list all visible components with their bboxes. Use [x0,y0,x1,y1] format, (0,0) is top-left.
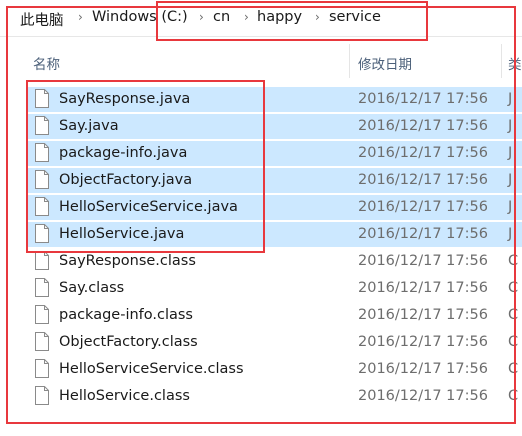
file-type: C [508,253,519,269]
file-icon [35,170,49,189]
chevron-right-icon[interactable]: › [315,10,320,24]
file-modified-date: 2016/12/17 17:56 [358,172,488,188]
file-type: J [508,172,513,188]
file-type: C [508,280,519,296]
file-name[interactable]: Say.java [59,118,119,134]
file-row[interactable]: Say.class 2016/12/17 17:56 C [0,275,522,302]
file-icon [35,386,49,405]
breadcrumb-happy[interactable]: happy [257,9,302,25]
column-header-name[interactable]: 名称 [33,53,60,73]
file-type: C [508,334,519,350]
file-type: C [508,307,519,323]
breadcrumb-service[interactable]: service [329,9,381,25]
file-modified-date: 2016/12/17 17:56 [358,307,488,323]
file-name[interactable]: Say.class [59,280,124,296]
file-name[interactable]: HelloService.java [59,226,184,242]
file-name[interactable]: SayResponse.java [59,91,190,107]
file-row[interactable]: Say.java 2016/12/17 17:56 J [0,113,522,140]
file-icon [35,278,49,297]
file-name[interactable]: package-info.class [59,307,193,323]
chevron-right-icon[interactable]: › [78,10,83,24]
file-list: SayResponse.java 2016/12/17 17:56 J Say.jav… [0,86,522,410]
column-header-modified[interactable]: 修改日期 [358,53,412,73]
column-divider[interactable] [501,44,502,78]
file-row[interactable]: package-info.java 2016/12/17 17:56 J [0,140,522,167]
file-modified-date: 2016/12/17 17:56 [358,334,488,350]
file-row[interactable]: HelloService.class 2016/12/17 17:56 C [0,383,522,410]
file-type: J [508,145,513,161]
file-modified-date: 2016/12/17 17:56 [358,388,488,404]
file-modified-date: 2016/12/17 17:56 [358,199,488,215]
chevron-right-icon[interactable]: › [244,10,249,24]
file-icon [35,251,49,270]
file-modified-date: 2016/12/17 17:56 [358,226,488,242]
file-name[interactable]: ObjectFactory.java [59,172,192,188]
explorer-window: 此电脑 › Windows (C:) › cn › happy › servic… [0,0,522,436]
file-icon [35,305,49,324]
file-type: J [508,91,513,107]
column-header-type[interactable]: 类 [508,53,522,73]
address-bar[interactable]: 此电脑 › Windows (C:) › cn › happy › servic… [0,0,522,37]
column-divider[interactable] [349,44,350,78]
file-row[interactable]: SayResponse.class 2016/12/17 17:56 C [0,248,522,275]
file-type: C [508,388,519,404]
file-type: J [508,118,513,134]
file-icon [35,224,49,243]
breadcrumb-this-pc[interactable]: 此电脑 [20,9,64,30]
file-icon [35,116,49,135]
file-icon [35,332,49,351]
file-name[interactable]: HelloServiceService.java [59,199,238,215]
file-icon [35,143,49,162]
file-icon [35,89,49,108]
file-name[interactable]: ObjectFactory.class [59,334,198,350]
file-icon [35,197,49,216]
file-row[interactable]: SayResponse.java 2016/12/17 17:56 J [0,86,522,113]
file-row[interactable]: HelloService.java 2016/12/17 17:56 J [0,221,522,248]
file-name[interactable]: SayResponse.class [59,253,196,269]
file-modified-date: 2016/12/17 17:56 [358,91,488,107]
chevron-right-icon[interactable]: › [199,10,204,24]
breadcrumb-cn[interactable]: cn [213,9,230,25]
file-type: J [508,226,513,242]
file-modified-date: 2016/12/17 17:56 [358,118,488,134]
column-header-row: 名称 修改日期 类 [0,44,522,78]
breadcrumb-drive-c[interactable]: Windows (C:) [92,9,188,25]
file-modified-date: 2016/12/17 17:56 [358,253,488,269]
file-type: J [508,199,513,215]
file-row[interactable]: HelloServiceService.java 2016/12/17 17:56… [0,194,522,221]
file-name[interactable]: HelloServiceService.class [59,361,244,377]
file-icon [35,359,49,378]
file-modified-date: 2016/12/17 17:56 [358,280,488,296]
file-modified-date: 2016/12/17 17:56 [358,361,488,377]
file-type: C [508,361,519,377]
file-row[interactable]: ObjectFactory.java 2016/12/17 17:56 J [0,167,522,194]
file-name[interactable]: HelloService.class [59,388,190,404]
file-row[interactable]: ObjectFactory.class 2016/12/17 17:56 C [0,329,522,356]
file-row[interactable]: HelloServiceService.class 2016/12/17 17:5… [0,356,522,383]
file-modified-date: 2016/12/17 17:56 [358,145,488,161]
file-row[interactable]: package-info.class 2016/12/17 17:56 C [0,302,522,329]
file-name[interactable]: package-info.java [59,145,187,161]
